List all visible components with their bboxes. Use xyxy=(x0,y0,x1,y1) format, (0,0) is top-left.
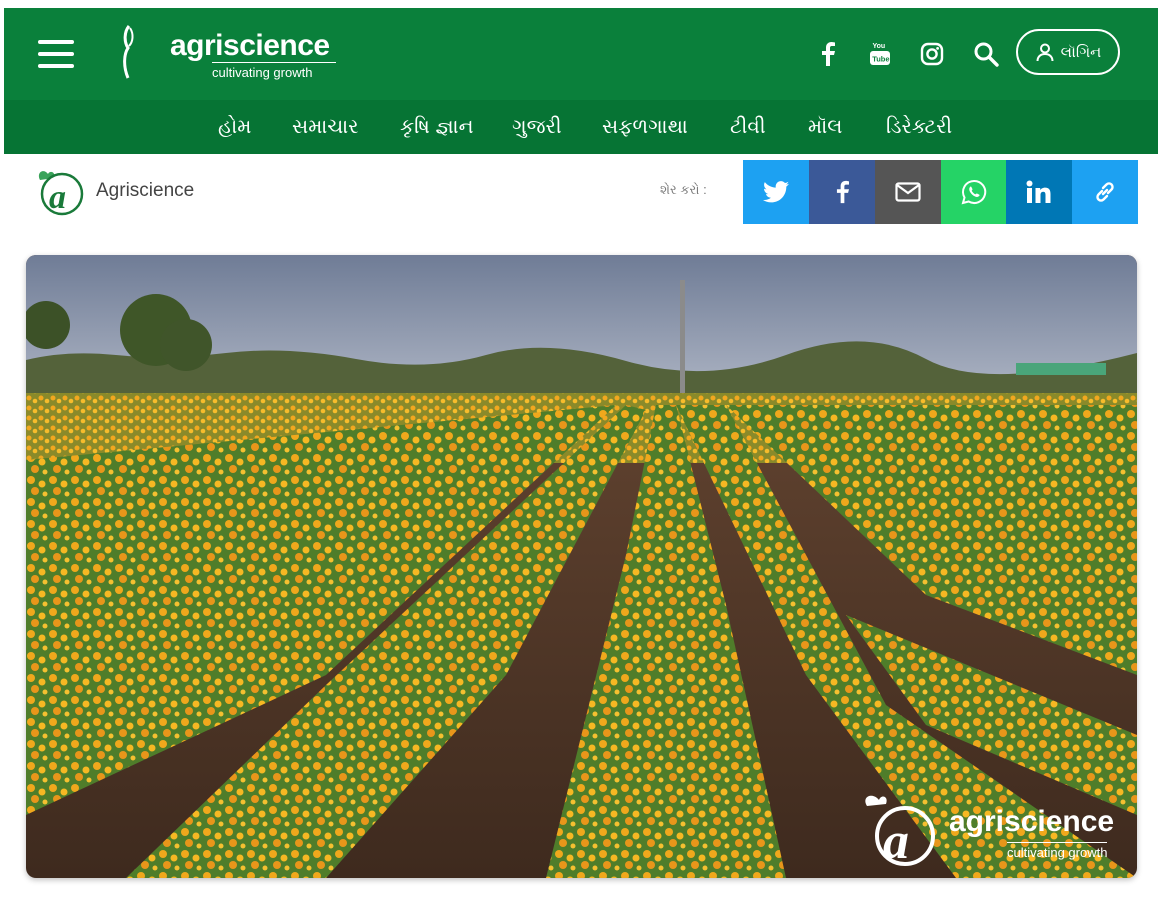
watermark-logo-icon: a xyxy=(865,795,935,870)
user-icon xyxy=(1036,43,1054,62)
author-name[interactable]: Agriscience xyxy=(96,180,194,202)
login-label: લૉગિન xyxy=(1060,43,1102,61)
nav-item-agri-knowledge[interactable]: કૃષિ જ્ઞાન xyxy=(400,114,473,140)
whatsapp-icon xyxy=(961,179,987,205)
watermark-name: agriscience xyxy=(949,805,1115,838)
author-avatar[interactable]: a xyxy=(34,168,86,216)
youtube-icon[interactable]: You Tube xyxy=(864,38,896,70)
marigold-field-photo xyxy=(26,255,1137,878)
menu-icon[interactable] xyxy=(38,40,74,68)
nav-item-news[interactable]: સમાચાર xyxy=(292,114,358,140)
share-facebook-button[interactable] xyxy=(809,160,875,224)
mail-icon xyxy=(895,182,921,202)
twitter-icon xyxy=(763,181,789,203)
svg-text:Tube: Tube xyxy=(872,55,889,64)
nav-item-tv[interactable]: ટીવી xyxy=(730,114,766,140)
featured-image: a agriscience cultivating growth xyxy=(26,255,1137,878)
nav-item-success-stories[interactable]: સફળગાથા xyxy=(602,114,688,140)
nav-item-directory[interactable]: ડિરેક્ટરી xyxy=(886,114,952,140)
logo-mark-icon xyxy=(123,25,134,79)
facebook-icon xyxy=(836,180,849,204)
svg-text:a: a xyxy=(49,179,66,216)
login-button[interactable]: લૉગિન xyxy=(1016,29,1120,75)
share-label: શેર કરો : xyxy=(660,182,707,197)
linkedin-icon xyxy=(1026,180,1051,203)
logo-tagline: cultivating growth xyxy=(212,62,336,80)
logo-name: agriscience xyxy=(170,29,330,62)
site-logo[interactable]: agriscience cultivating growth xyxy=(170,30,336,80)
search-icon[interactable] xyxy=(970,38,1002,70)
svg-text:a: a xyxy=(883,813,909,870)
nav-item-gujari[interactable]: ગુજરી xyxy=(512,114,562,140)
top-header: agriscience cultivating growth You Tube લ… xyxy=(4,8,1158,100)
instagram-icon[interactable] xyxy=(916,38,948,70)
share-link-button[interactable] xyxy=(1072,160,1138,224)
author-share-row: a Agriscience શેર કરો : xyxy=(0,154,1158,244)
share-whatsapp-button[interactable] xyxy=(941,160,1007,224)
image-watermark: a agriscience cultivating growth xyxy=(857,792,1137,872)
share-linkedin-button[interactable] xyxy=(1006,160,1072,224)
main-nav: હોમ સમાચાર કૃષિ જ્ઞાન ગુજરી સફળગાથા ટીવી… xyxy=(4,100,1158,154)
nav-item-home[interactable]: હોમ xyxy=(218,114,251,140)
watermark-tagline: cultivating growth xyxy=(1007,842,1108,860)
svg-text:You: You xyxy=(873,43,886,50)
facebook-icon[interactable] xyxy=(812,38,844,70)
share-twitter-button[interactable] xyxy=(743,160,809,224)
link-icon xyxy=(1096,182,1114,202)
share-mail-button[interactable] xyxy=(875,160,941,224)
nav-item-mall[interactable]: મૉલ xyxy=(808,114,842,140)
